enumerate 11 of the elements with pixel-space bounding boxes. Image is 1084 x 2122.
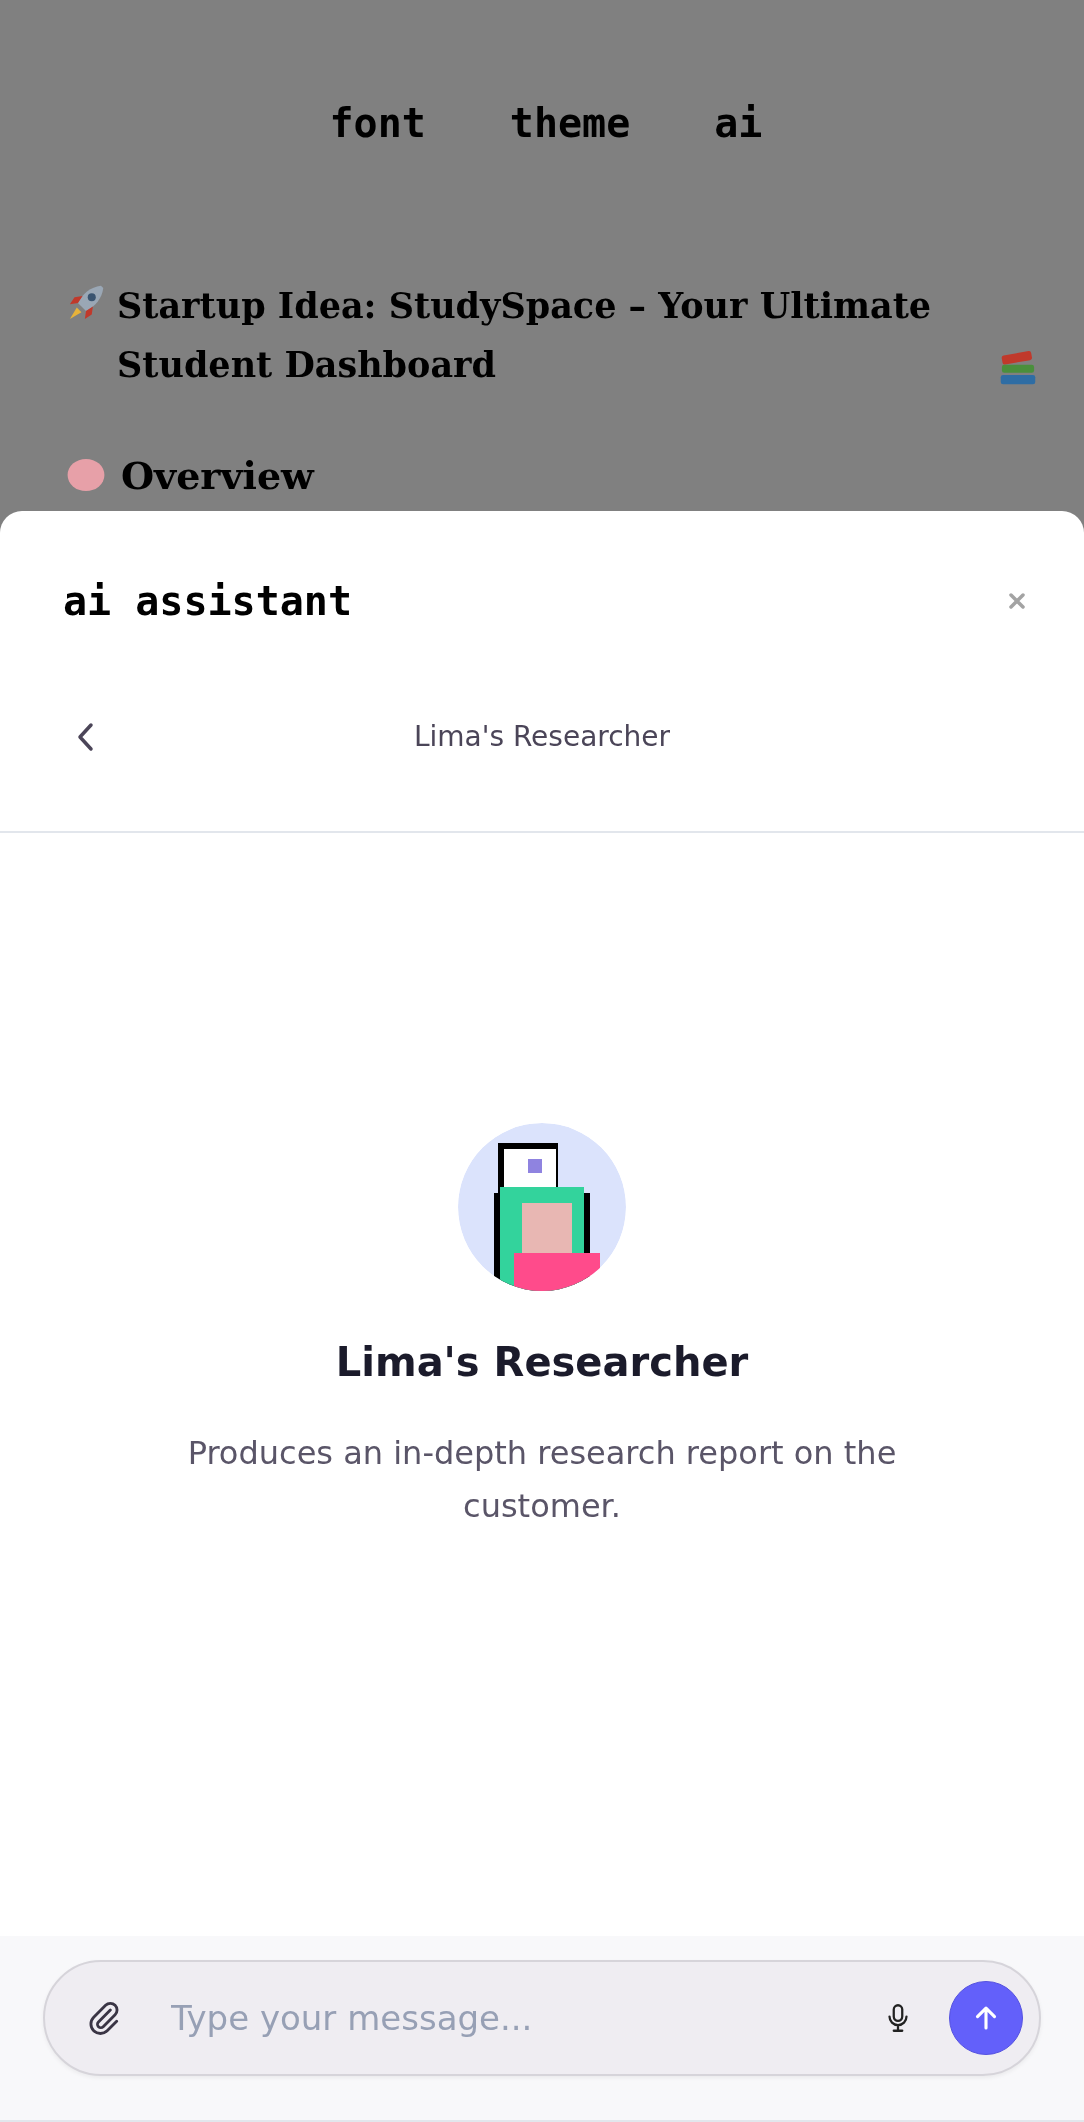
message-field[interactable]: Type your message... bbox=[169, 1997, 881, 2039]
agent-name: Lima's Researcher bbox=[335, 1339, 749, 1385]
agent-description: Produces an in-depth research report on the customer. bbox=[186, 1433, 898, 1527]
nav-link[interactable]: ai bbox=[714, 100, 763, 146]
message-field[interactable]: Type your message... bbox=[43, 1960, 1041, 2076]
nav-link[interactable]: theme bbox=[509, 100, 631, 146]
document-subheading: Overview bbox=[121, 452, 314, 498]
nav-link[interactable]: font bbox=[329, 100, 426, 146]
panel-title: ai assistant bbox=[63, 578, 352, 624]
document-heading: Startup Idea: StudySpace – Your Ultimate Student Dashboard bbox=[117, 284, 933, 387]
agent-bar-title: Lima's Researcher bbox=[413, 720, 671, 753]
